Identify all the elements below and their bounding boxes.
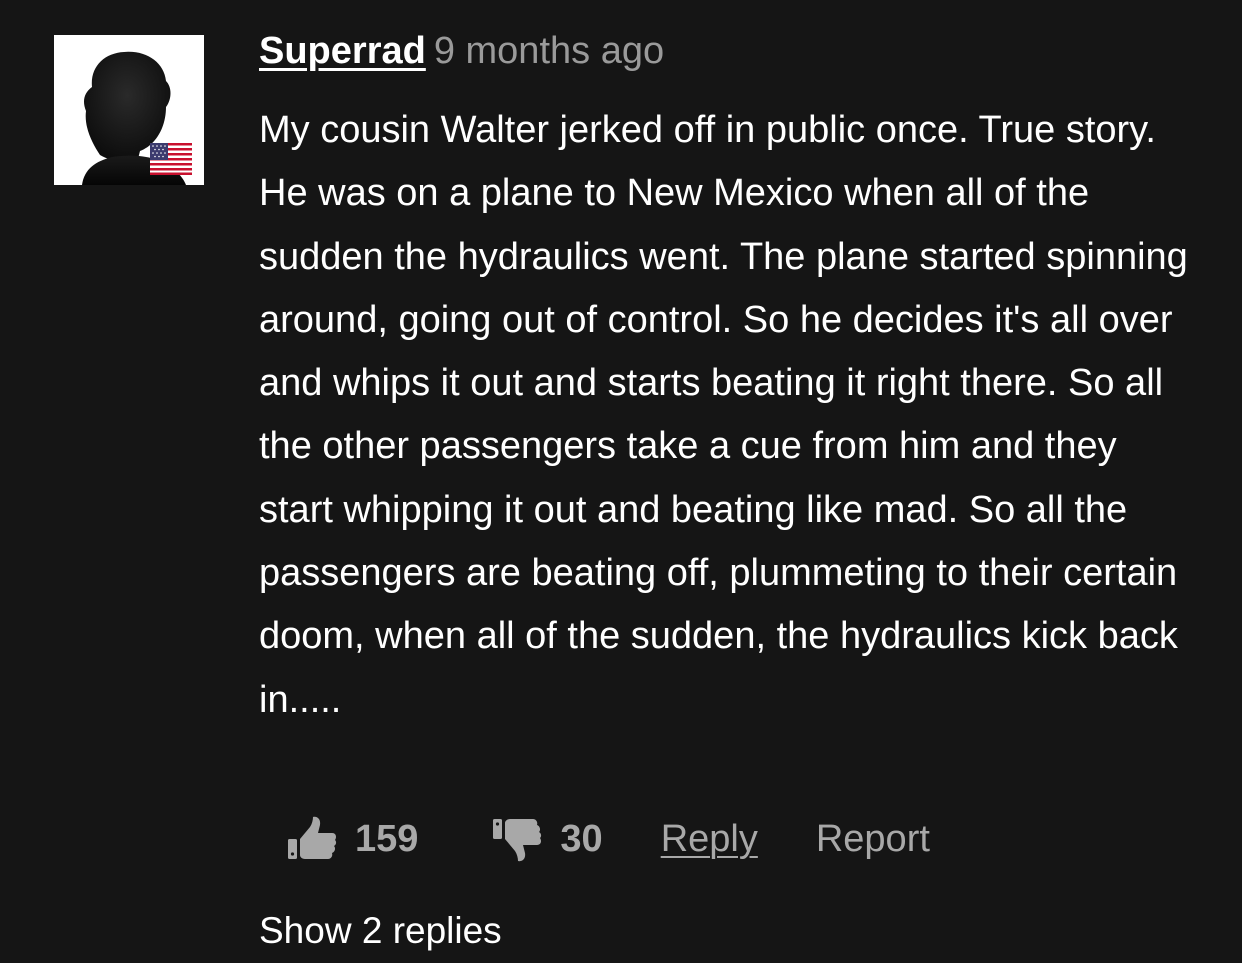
report-link[interactable]: Report xyxy=(816,818,930,861)
timestamp: 9 months ago xyxy=(433,30,665,72)
downvote-count: 30 xyxy=(560,817,603,860)
upvote-count: 159 xyxy=(355,817,419,860)
reply-link[interactable]: Reply xyxy=(661,818,758,861)
thumbs-down-icon xyxy=(493,819,542,862)
show-replies-button[interactable]: Show 2 replies xyxy=(259,908,502,954)
upvote-button[interactable]: 159 xyxy=(287,815,418,863)
us-flag-icon xyxy=(150,143,192,175)
username-link[interactable]: Superrad xyxy=(259,30,426,72)
thumbs-up-icon xyxy=(288,816,337,859)
avatar[interactable] xyxy=(54,35,204,185)
comment-header: Superrad 9 months ago xyxy=(259,28,1199,74)
comment: Superrad 9 months ago My cousin Walter je… xyxy=(0,0,1242,963)
downvote-button[interactable]: 30 xyxy=(492,815,603,863)
comment-content: Superrad 9 months ago My cousin Walter je… xyxy=(259,28,1199,732)
comment-actions: 159 30 Reply Report xyxy=(287,812,930,866)
comment-body: My cousin Walter jerked off in public on… xyxy=(259,109,1188,721)
